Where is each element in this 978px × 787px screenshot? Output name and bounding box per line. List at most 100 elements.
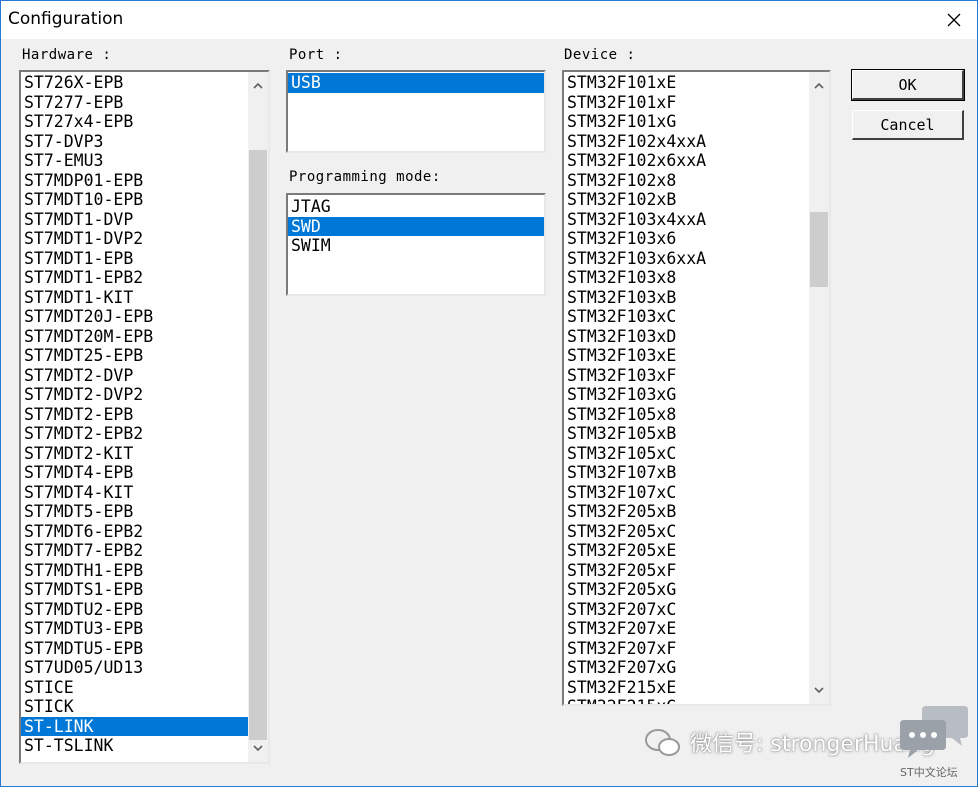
- device-scrollbar[interactable]: [809, 72, 829, 704]
- list-item[interactable]: STM32F102xB: [564, 190, 829, 210]
- list-item[interactable]: STM32F107xC: [564, 483, 829, 503]
- cancel-button[interactable]: Cancel: [852, 110, 964, 140]
- title-bar: Configuration: [1, 1, 977, 39]
- chat-bubble-icon: [900, 706, 968, 758]
- port-label: Port :: [289, 47, 343, 63]
- device-label: Device :: [564, 47, 636, 63]
- list-item[interactable]: STM32F205xB: [564, 502, 829, 522]
- list-item[interactable]: ST7277-EPB: [21, 93, 268, 113]
- list-item[interactable]: ST7MDT1-DVP2: [21, 229, 268, 249]
- list-item[interactable]: ST7MDT1-EPB2: [21, 268, 268, 288]
- list-item[interactable]: STM32F205xE: [564, 541, 829, 561]
- list-item[interactable]: STM32F103x4xxA: [564, 210, 829, 230]
- forum-watermark: ST中文论坛: [900, 766, 958, 779]
- list-item[interactable]: STM32F105xB: [564, 424, 829, 444]
- list-item[interactable]: STM32F105x8: [564, 405, 829, 425]
- wechat-icon: [645, 729, 680, 756]
- list-item[interactable]: STM32F207xF: [564, 639, 829, 659]
- list-item[interactable]: STM32F101xG: [564, 112, 829, 132]
- list-item[interactable]: STM32F105xC: [564, 444, 829, 464]
- scroll-up-arrow[interactable]: [809, 76, 829, 96]
- list-item[interactable]: STM32F103xB: [564, 288, 829, 308]
- list-item[interactable]: ST7MDP01-EPB: [21, 171, 268, 191]
- list-item[interactable]: STM32F107xB: [564, 463, 829, 483]
- scroll-down-arrow[interactable]: [248, 738, 268, 758]
- ok-button[interactable]: OK: [851, 69, 965, 101]
- close-button[interactable]: [931, 1, 977, 39]
- list-item[interactable]: STICK: [21, 697, 268, 717]
- list-item[interactable]: STM32F103x6xxA: [564, 249, 829, 269]
- list-item[interactable]: STM32F101xE: [564, 73, 829, 93]
- list-item[interactable]: STM32F102x4xxA: [564, 132, 829, 152]
- list-item[interactable]: STM32F207xG: [564, 658, 829, 678]
- list-item[interactable]: ST727x4-EPB: [21, 112, 268, 132]
- list-item[interactable]: STM32F215xG: [564, 697, 829, 704]
- list-item[interactable]: ST7MDT25-EPB: [21, 346, 268, 366]
- list-item[interactable]: ST-LINK: [21, 716, 268, 736]
- scroll-thumb[interactable]: [810, 212, 828, 287]
- list-item[interactable]: SWIM: [288, 236, 544, 256]
- list-item[interactable]: ST7MDT2-DVP2: [21, 385, 268, 405]
- list-item[interactable]: ST-TSLINK: [21, 736, 268, 756]
- list-item[interactable]: STM32F207xE: [564, 619, 829, 639]
- hardware-scrollbar[interactable]: [248, 72, 268, 762]
- list-item[interactable]: ST7MDT1-EPB: [21, 249, 268, 269]
- list-item[interactable]: ST7MDT2-DVP: [21, 366, 268, 386]
- list-item[interactable]: STM32F103xD: [564, 327, 829, 347]
- list-item[interactable]: ST7MDT2-EPB2: [21, 424, 268, 444]
- hardware-label: Hardware :: [22, 47, 112, 63]
- programming-mode-listbox[interactable]: JTAG SWD SWIM: [286, 193, 546, 296]
- list-item[interactable]: USB: [288, 73, 544, 93]
- list-item[interactable]: STM32F205xG: [564, 580, 829, 600]
- list-item[interactable]: ST7MDTU3-EPB: [21, 619, 268, 639]
- list-item[interactable]: ST7MDT10-EPB: [21, 190, 268, 210]
- list-item[interactable]: ST7MDT2-KIT: [21, 444, 268, 464]
- list-item[interactable]: ST7MDT7-EPB2: [21, 541, 268, 561]
- hardware-listbox[interactable]: ST726X-EPB ST7277-EPB ST727x4-EPB ST7-DVP3 S…: [19, 70, 270, 764]
- device-listbox[interactable]: STM32F101xE STM32F101xF STM32F101xG STM32F1…: [562, 70, 831, 706]
- list-item[interactable]: ST7-EMU3: [21, 151, 268, 171]
- list-item[interactable]: STM32F205xF: [564, 561, 829, 581]
- list-item[interactable]: ST7MDT1-KIT: [21, 288, 268, 308]
- list-item[interactable]: STM32F103xG: [564, 385, 829, 405]
- list-item[interactable]: JTAG: [288, 197, 544, 217]
- programming-mode-label: Programming mode:: [289, 169, 441, 185]
- list-item[interactable]: STM32F103x6: [564, 229, 829, 249]
- list-item[interactable]: STM32F215xE: [564, 678, 829, 698]
- scroll-down-arrow[interactable]: [809, 680, 829, 700]
- list-item[interactable]: STM32F103xF: [564, 366, 829, 386]
- list-item[interactable]: ST7MDT4-KIT: [21, 483, 268, 503]
- list-item[interactable]: ST7MDT5-EPB: [21, 502, 268, 522]
- list-item[interactable]: ST726X-EPB: [21, 73, 268, 93]
- chevron-up-icon: [253, 83, 263, 89]
- list-item[interactable]: STM32F103xC: [564, 307, 829, 327]
- list-item[interactable]: ST7MDTS1-EPB: [21, 580, 268, 600]
- list-item[interactable]: ST7MDT6-EPB2: [21, 522, 268, 542]
- list-item[interactable]: STM32F207xC: [564, 600, 829, 620]
- list-item[interactable]: STICE: [21, 678, 268, 698]
- chevron-down-icon: [253, 745, 263, 751]
- list-item[interactable]: STM32F102x6xxA: [564, 151, 829, 171]
- list-item[interactable]: STM32F102x8: [564, 171, 829, 191]
- list-item[interactable]: STM32F205xC: [564, 522, 829, 542]
- port-listbox[interactable]: USB: [286, 70, 546, 153]
- scroll-up-arrow[interactable]: [248, 76, 268, 96]
- chevron-up-icon: [814, 83, 824, 89]
- list-item[interactable]: ST7MDT20M-EPB: [21, 327, 268, 347]
- list-item[interactable]: ST7MDT20J-EPB: [21, 307, 268, 327]
- list-item[interactable]: ST7MDT1-DVP: [21, 210, 268, 230]
- list-item[interactable]: ST7-DVP3: [21, 132, 268, 152]
- list-item[interactable]: ST7MDT2-EPB: [21, 405, 268, 425]
- list-item[interactable]: ST7MDTU5-EPB: [21, 639, 268, 659]
- scroll-thumb[interactable]: [249, 150, 267, 740]
- window-title: Configuration: [8, 9, 124, 29]
- list-item[interactable]: ST7MDT4-EPB: [21, 463, 268, 483]
- list-item[interactable]: STM32F101xF: [564, 93, 829, 113]
- list-item[interactable]: SWD: [288, 216, 544, 236]
- list-item[interactable]: ST7MDTH1-EPB: [21, 561, 268, 581]
- configuration-dialog: Configuration Hardware : ST726X-EPB ST727…: [0, 0, 978, 787]
- list-item[interactable]: STM32F103xE: [564, 346, 829, 366]
- list-item[interactable]: ST7MDTU2-EPB: [21, 600, 268, 620]
- list-item[interactable]: ST7UD05/UD13: [21, 658, 268, 678]
- list-item[interactable]: STM32F103x8: [564, 268, 829, 288]
